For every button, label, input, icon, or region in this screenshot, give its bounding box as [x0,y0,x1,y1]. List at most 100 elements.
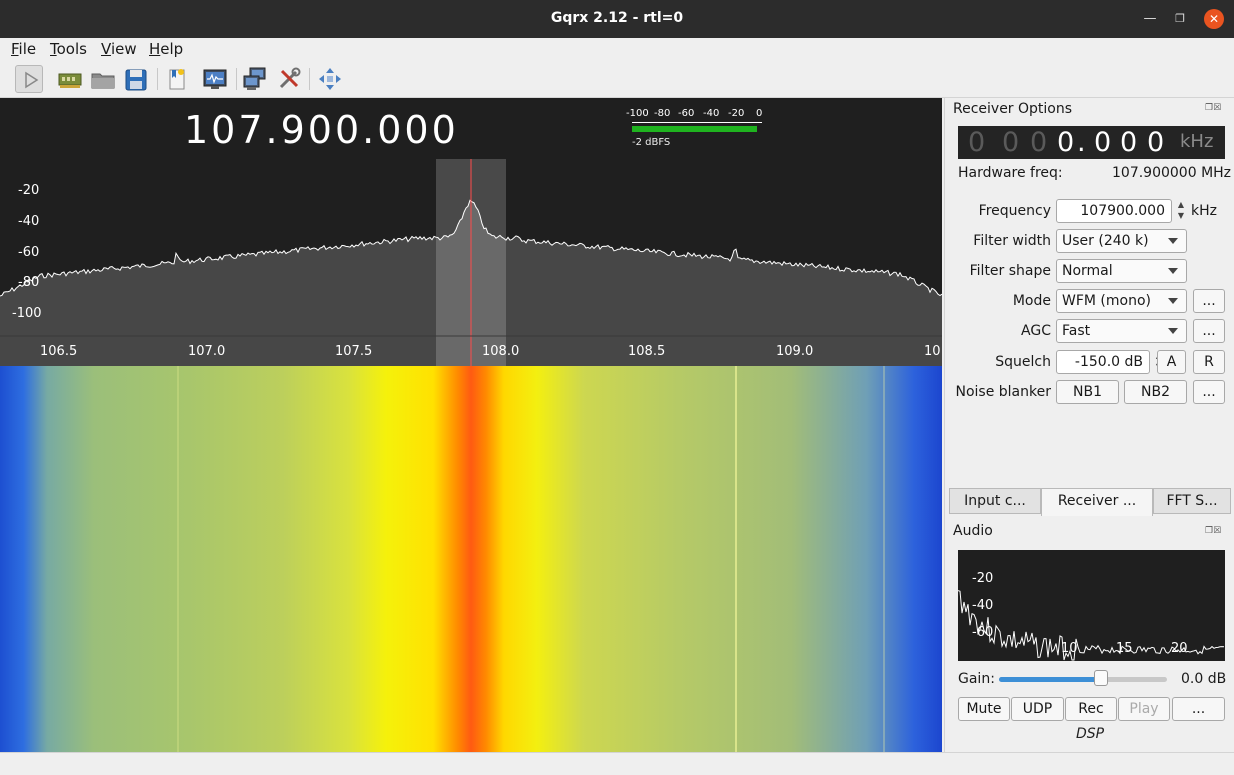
play-button[interactable]: Play [1118,697,1170,721]
meter-label: 0 [756,108,763,119]
lcd-digit: 0 [968,127,986,158]
bookmark-icon[interactable] [163,65,191,93]
agc-options-button[interactable]: ... [1193,319,1225,343]
meter-label: -80 [654,108,671,119]
menu-bar: File Tools View Help [0,38,1234,60]
audio-y-tick-label: -60 [972,625,994,640]
tab-fft-settings[interactable]: FFT S... [1153,488,1231,514]
agc-select[interactable]: Fast [1056,319,1187,343]
squelch-spinbox[interactable]: -150.0 dB [1056,350,1150,374]
chevron-down-icon [1168,328,1178,334]
receiver-options-title: Receiver Options [953,101,1073,117]
x-tick-label: 106.5 [40,344,78,359]
lcd-digit: 0 [1094,127,1112,158]
audio-y-tick-label: -40 [972,598,994,613]
audio-title: Audio [953,523,993,539]
squelch-auto-button[interactable]: A [1157,350,1186,374]
filter-shape-select[interactable]: Normal [1056,259,1187,283]
audio-y-tick-label: -20 [972,571,994,586]
device-icon[interactable] [56,65,84,93]
network-icon[interactable] [241,65,269,93]
squelch-reset-button[interactable]: R [1193,350,1225,374]
gain-slider-fill [999,677,1102,682]
nb1-button[interactable]: NB1 [1056,380,1119,404]
filter-shape-value: Normal [1062,263,1113,279]
gain-slider-handle[interactable] [1094,670,1109,686]
meter-level-bar [632,126,758,132]
play-icon[interactable] [15,65,43,93]
nb2-button[interactable]: NB2 [1124,380,1187,404]
maximize-icon[interactable]: ❐ [1170,9,1190,29]
menu-view[interactable]: View [101,40,137,58]
fullscreen-icon[interactable] [316,65,344,93]
x-tick-label: 107.0 [188,344,226,359]
udp-button[interactable]: UDP [1011,697,1064,721]
chevron-down-icon [1168,298,1178,304]
lcd-digit: 0 [1002,127,1020,158]
mute-button[interactable]: Mute [958,697,1010,721]
mode-options-button[interactable]: ... [1193,289,1225,313]
meter-label: -100 [626,108,649,119]
lcd-digit: . [1077,127,1086,158]
chevron-down-icon [1168,238,1178,244]
offset-frequency-lcd[interactable]: 0 0 0 0 . 0 0 0 kHz [958,126,1225,159]
frequency-display[interactable]: 107.900.000 [184,108,459,152]
save-icon[interactable] [122,65,150,93]
lcd-digit: 0 [1030,127,1048,158]
noise-blanker-label: Noise blanker [955,384,1052,400]
toolbar-separator [309,68,310,90]
agc-value: Fast [1062,323,1091,339]
frequency-label: Frequency [978,203,1051,219]
y-tick-label: -80 [18,275,40,290]
mode-label: Mode [1012,293,1051,309]
spectrum-plot[interactable]: 107.900.000 -100 -80 -60 -40 -20 0 -2 dB… [0,98,942,366]
x-tick-label: 108.0 [482,344,520,359]
dock-tabs: Input c... Receiver ... FFT S... [949,488,1231,516]
open-icon[interactable] [89,65,117,93]
waterfall-display[interactable] [0,366,942,752]
lcd-digit: 0 [1057,127,1075,158]
menu-tools[interactable]: Tools [50,40,87,58]
y-tick-label: -20 [18,183,40,198]
x-tick-label: 10 [924,344,941,359]
gain-slider[interactable] [999,677,1167,682]
record-button[interactable]: Rec [1065,697,1117,721]
status-bar [0,752,1234,775]
toolbar-separator [236,68,237,90]
audio-x-tick-label: 15 [1116,641,1133,656]
meter-label: -40 [703,108,720,119]
audio-dock-float-close-icon[interactable]: ❐☒ [1205,526,1231,538]
audio-x-tick-label: 20 [1171,641,1188,656]
window-titlebar: Gqrx 2.12 - rtl=0 — ❐ ✕ [0,0,1234,38]
y-tick-label: -60 [18,245,40,260]
monitor-icon[interactable] [201,65,229,93]
filter-width-value: User (240 k) [1062,233,1149,249]
chevron-down-icon [1168,268,1178,274]
menu-file[interactable]: File [11,40,36,58]
dsp-label: DSP [1075,726,1105,742]
tab-input-controls[interactable]: Input c... [949,488,1041,514]
minimize-icon[interactable]: — [1140,9,1160,29]
waterfall-carrier-line [883,366,885,752]
mode-value: WFM (mono) [1062,293,1151,309]
meter-level-text: -2 dBFS [632,137,671,148]
audio-options-button[interactable]: ... [1172,697,1225,721]
x-tick-label: 107.5 [335,344,373,359]
meter-label: -20 [728,108,745,119]
noise-blanker-options-button[interactable]: ... [1193,380,1225,404]
dock-float-close-icon[interactable]: ❐☒ [1205,103,1231,115]
tab-receiver-options[interactable]: Receiver ... [1041,488,1153,516]
close-icon[interactable]: ✕ [1204,9,1224,29]
filter-width-label: Filter width [973,233,1051,249]
filter-width-select[interactable]: User (240 k) [1056,229,1187,253]
frequency-spin-arrows[interactable]: ▲ ▼ [1174,199,1188,223]
waterfall-carrier-line [735,366,737,752]
mode-select[interactable]: WFM (mono) [1056,289,1187,313]
audio-fft-plot: -20 -40 -60 10 15 20 [958,550,1225,661]
y-tick-label: -40 [18,214,40,229]
y-tick-label: -100 [12,306,42,321]
frequency-spinbox[interactable]: 107900.000 [1056,199,1172,223]
menu-help[interactable]: Help [149,40,183,58]
window-title: Gqrx 2.12 - rtl=0 [550,10,684,26]
tools-icon[interactable] [275,65,303,93]
